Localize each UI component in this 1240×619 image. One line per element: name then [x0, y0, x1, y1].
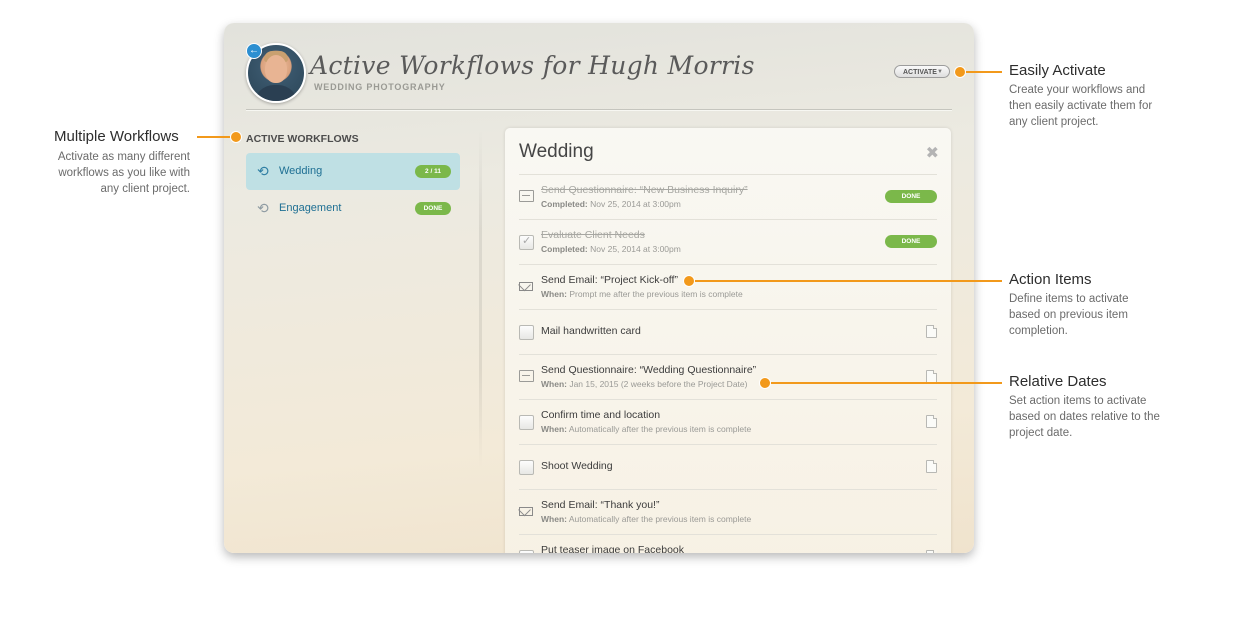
action-item-row[interactable]: Send Email: “Project Kick-off” When: Pro…	[519, 264, 937, 309]
questionnaire-card-icon	[519, 190, 534, 202]
workflow-cycle-icon: ⟲	[257, 200, 269, 216]
progress-badge: 2 / 11	[415, 165, 451, 178]
action-item-title: Send Email: “Project Kick-off”	[541, 274, 678, 286]
action-item-list: Send Questionnaire: “New Business Inquir…	[519, 174, 937, 553]
mail-icon	[519, 507, 533, 516]
back-arrow-icon[interactable]: ←	[246, 43, 262, 59]
action-item-title: Shoot Wedding	[541, 460, 613, 472]
callout-connector-line	[690, 280, 1002, 282]
workflow-panel: Wedding ✖ Send Questionnaire: “New Busin…	[505, 128, 951, 553]
action-item-subtext: Completed: Nov 25, 2014 at 3:00pm	[541, 199, 681, 209]
action-item-subtext: Completed: Nov 25, 2014 at 3:00pm	[541, 244, 681, 254]
sidebar-item-engagement[interactable]: ⟲ Engagement DONE	[246, 190, 460, 227]
action-item-row[interactable]: Confirm time and location When: Automati…	[519, 399, 937, 444]
document-icon[interactable]	[926, 325, 937, 338]
sidebar-divider	[479, 129, 482, 469]
sub-value: Automatically after the previous item is…	[566, 514, 752, 524]
action-item-row[interactable]: Shoot Wedding	[519, 444, 937, 489]
action-item-row[interactable]: Send Email: “Thank you!” When: Automatic…	[519, 489, 937, 534]
callout-dot	[759, 377, 771, 389]
callout-connector-line	[962, 71, 1002, 73]
action-item-subtext: When: Automatically after the previous i…	[541, 424, 751, 434]
app-window: ← Active Workflows for Hugh Morris WEDDI…	[224, 23, 974, 553]
page-title: Active Workflows for Hugh Morris	[310, 51, 755, 80]
avatar-shirt	[254, 85, 298, 101]
sub-value: Jan 15, 2015 (2 weeks before the Project…	[566, 379, 748, 389]
sub-label: When:	[541, 289, 567, 299]
callout-dot	[683, 275, 695, 287]
document-icon[interactable]	[926, 460, 937, 473]
sub-value: Nov 25, 2014 at 3:00pm	[587, 199, 681, 209]
page-subtitle: WEDDING PHOTOGRAPHY	[314, 82, 446, 92]
sub-label: When:	[541, 424, 567, 434]
callout-multiple-desc: Activate as many different workflows as …	[57, 151, 190, 195]
sidebar-heading: ACTIVE WORKFLOWS	[246, 133, 359, 145]
action-item-subtext: When: Prompt me after the previous item …	[541, 289, 743, 299]
done-badge: DONE	[885, 235, 937, 248]
activate-button[interactable]: ACTIVATE ▼	[894, 65, 950, 78]
callout-dates-desc: Set action items to activate based on da…	[1009, 395, 1160, 439]
task-checkbox[interactable]	[519, 325, 534, 340]
action-item-row[interactable]: Send Questionnaire: “New Business Inquir…	[519, 174, 937, 219]
sub-value: Automatically after the previous item is…	[566, 424, 752, 434]
callout-activate-title: Easily Activate	[1009, 62, 1106, 79]
sub-label: Completed:	[541, 199, 588, 209]
sidebar-item-label: Wedding	[279, 165, 323, 177]
document-icon[interactable]	[926, 415, 937, 428]
sidebar-item-label: Engagement	[279, 202, 342, 214]
document-icon[interactable]	[926, 550, 937, 553]
action-item-row[interactable]: Put teaser image on Facebook	[519, 534, 937, 553]
sub-value: Nov 25, 2014 at 3:00pm	[587, 244, 681, 254]
action-item-row[interactable]: Send Questionnaire: “Wedding Questionnai…	[519, 354, 937, 399]
sub-label: When:	[541, 514, 567, 524]
task-checkbox[interactable]	[519, 550, 534, 553]
action-item-subtext: When: Automatically after the previous i…	[541, 514, 751, 524]
sidebar-item-wedding[interactable]: ⟲ Wedding 2 / 11	[246, 153, 460, 190]
sub-label: Completed:	[541, 244, 588, 254]
panel-title: Wedding	[519, 141, 594, 162]
action-item-title: Send Questionnaire: “New Business Inquir…	[541, 184, 748, 196]
chevron-down-icon: ▼	[937, 69, 943, 75]
action-item-title: Put teaser image on Facebook	[541, 544, 685, 553]
callout-dates-title: Relative Dates	[1009, 373, 1107, 390]
action-item-title: Confirm time and location	[541, 409, 661, 421]
workflow-cycle-icon: ⟲	[257, 163, 269, 179]
action-item-row[interactable]: Mail handwritten card	[519, 309, 937, 354]
callout-actions-desc: Define items to activate based on previo…	[1009, 293, 1129, 337]
callout-multiple-title: Multiple Workflows	[54, 128, 179, 145]
close-icon[interactable]: ✖	[926, 143, 939, 163]
header-divider	[246, 109, 952, 111]
questionnaire-card-icon	[519, 370, 534, 382]
task-checkbox[interactable]	[519, 234, 534, 250]
action-item-title: Send Email: “Thank you!”	[541, 499, 660, 511]
callout-connector-line	[197, 136, 233, 138]
avatar-face	[265, 55, 287, 83]
action-item-row[interactable]: Evaluate Client Needs Completed: Nov 25,…	[519, 219, 937, 264]
action-item-subtext: When: Jan 15, 2015 (2 weeks before the P…	[541, 379, 747, 389]
mail-icon	[519, 282, 533, 291]
callout-actions-title: Action Items	[1009, 271, 1092, 288]
action-item-title: Evaluate Client Needs	[541, 229, 645, 241]
callout-activate-desc: Create your workflows and then easily ac…	[1009, 84, 1153, 128]
callout-dot	[954, 66, 966, 78]
callout-connector-line	[767, 382, 1002, 384]
sub-label: When:	[541, 379, 567, 389]
task-checkbox[interactable]	[519, 415, 534, 430]
sub-value: Prompt me after the previous item is com…	[566, 289, 743, 299]
action-item-title: Send Questionnaire: “Wedding Questionnai…	[541, 364, 757, 376]
status-badge: DONE	[415, 202, 451, 215]
done-badge: DONE	[885, 190, 937, 203]
activate-button-label: ACTIVATE	[903, 69, 937, 76]
task-checkbox[interactable]	[519, 460, 534, 475]
action-item-title: Mail handwritten card	[541, 325, 641, 337]
callout-dot	[230, 131, 242, 143]
